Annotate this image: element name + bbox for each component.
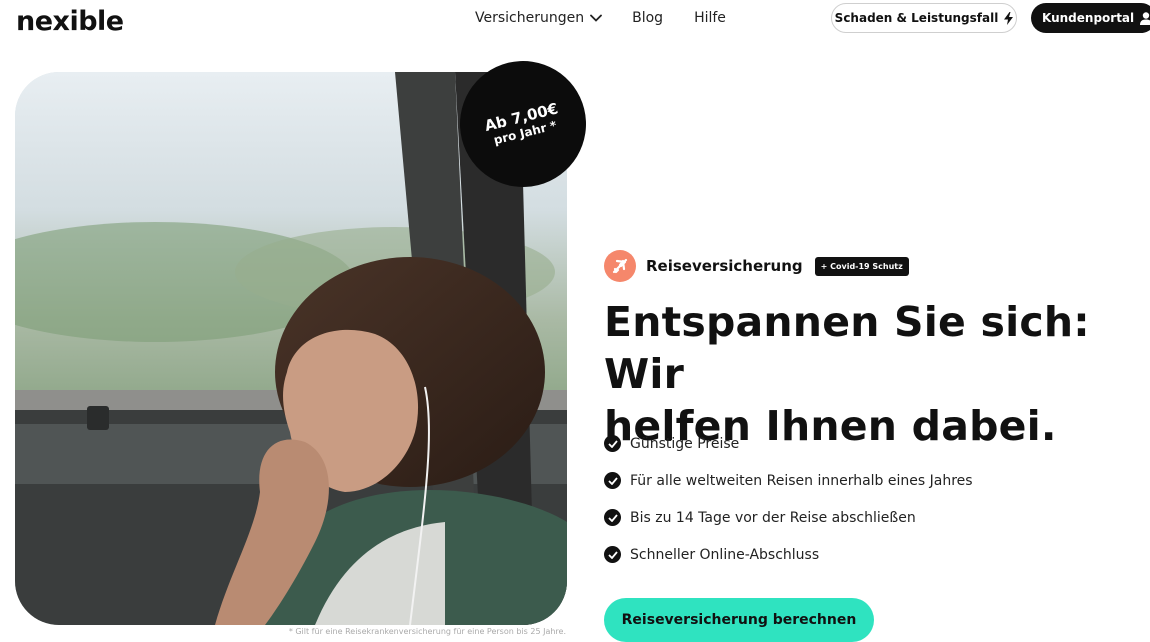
- list-item: Schneller Online-Abschluss: [604, 536, 973, 573]
- claim-button-label: Schaden & Leistungsfall: [834, 11, 999, 25]
- claim-report-button[interactable]: Schaden & Leistungsfall: [831, 3, 1017, 33]
- user-icon: [1140, 11, 1150, 25]
- check-circle-icon: [604, 435, 621, 452]
- nav-item-label: Hilfe: [694, 10, 726, 26]
- customer-portal-button[interactable]: Kundenportal: [1031, 3, 1150, 33]
- product-label-row: Reiseversicherung + Covid-19 Schutz: [604, 250, 909, 282]
- price-footnote: * Gilt für eine Reisekrankenversicherung…: [288, 627, 566, 636]
- nav-item-hilfe[interactable]: Hilfe: [694, 10, 726, 26]
- feature-text: Günstige Preise: [630, 435, 740, 452]
- list-item: Für alle weltweiten Reisen innerhalb ein…: [604, 462, 973, 499]
- nexible-logo[interactable]: nexible: [16, 6, 124, 37]
- nav-item-label: Blog: [632, 10, 664, 26]
- check-circle-icon: [604, 472, 621, 489]
- portal-button-label: Kundenportal: [1042, 11, 1135, 25]
- covid-badge: + Covid-19 Schutz: [814, 256, 909, 276]
- calculate-insurance-button[interactable]: Reiseversicherung berechnen: [604, 598, 874, 642]
- feature-text: Schneller Online-Abschluss: [630, 546, 820, 563]
- product-name: Reiseversicherung: [646, 257, 803, 275]
- nav-item-versicherungen[interactable]: Versicherungen: [475, 10, 603, 26]
- chevron-down-icon: [590, 10, 603, 26]
- feature-text: Bis zu 14 Tage vor der Reise abschließen: [630, 509, 916, 526]
- page-title-line1: Entspannen Sie sich: Wir: [604, 298, 1090, 398]
- list-item: Günstige Preise: [604, 425, 973, 462]
- check-circle-icon: [604, 546, 621, 563]
- list-item: Bis zu 14 Tage vor der Reise abschließen: [604, 499, 973, 536]
- feature-text: Für alle weltweiten Reisen innerhalb ein…: [630, 472, 973, 489]
- check-circle-icon: [604, 509, 621, 526]
- lightning-icon: [1004, 11, 1014, 25]
- nav-item-blog[interactable]: Blog: [632, 10, 663, 26]
- main-nav: Versicherungen Blog Hilfe: [475, 10, 726, 26]
- nav-item-label: Versicherungen: [475, 10, 585, 26]
- feature-list: Günstige Preise Für alle weltweiten Reis…: [604, 425, 973, 573]
- airplane-icon: [604, 250, 636, 282]
